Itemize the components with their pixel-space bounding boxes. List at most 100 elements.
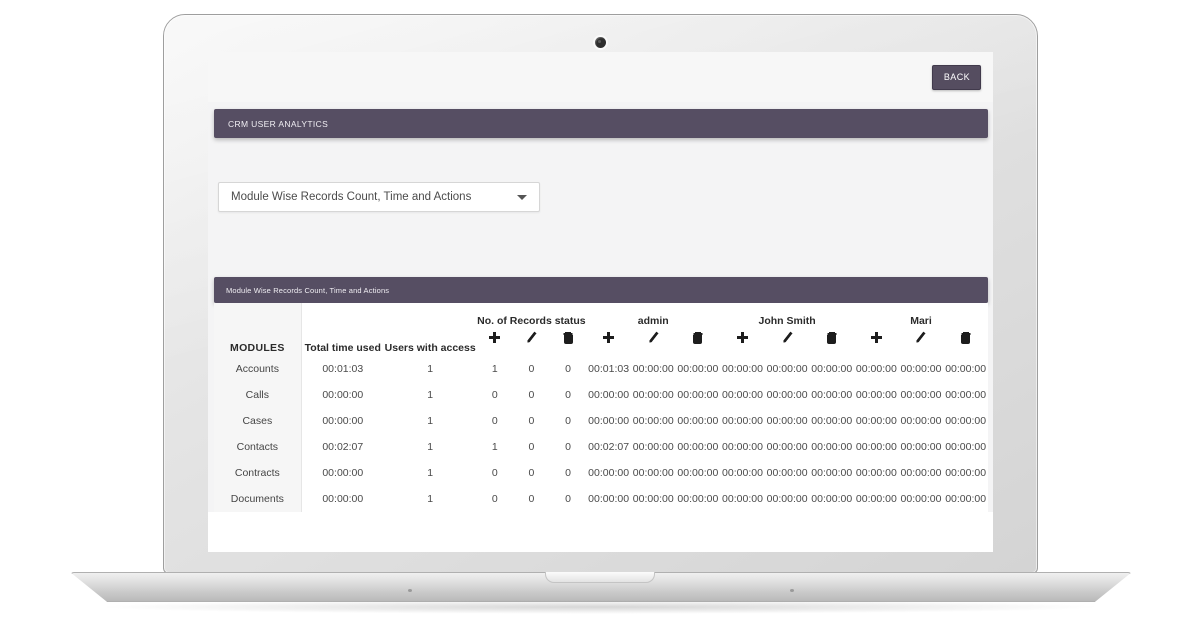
edit-icon bbox=[647, 332, 659, 344]
cell-g0-0: 1 bbox=[491, 441, 498, 453]
cell-g2-2: 00:00:00 bbox=[811, 363, 853, 375]
screen-bottom-fill bbox=[208, 512, 993, 552]
delete-icon bbox=[827, 332, 837, 344]
cell-g2-1: 00:00:00 bbox=[766, 415, 808, 427]
cell-module: Contracts bbox=[214, 460, 302, 486]
cell-g1-1: 00:00:00 bbox=[632, 415, 674, 427]
table-group-header-row: MODULES Total time used Users with acces… bbox=[214, 303, 988, 356]
header-modules: MODULES bbox=[214, 303, 302, 356]
cell-g0-2: 0 bbox=[565, 467, 571, 479]
cell-g2-0: 00:00:00 bbox=[722, 389, 763, 401]
layout-spacer bbox=[208, 212, 993, 270]
header-action-1-add-icon[interactable] bbox=[586, 329, 631, 356]
header-action-1-delete-icon[interactable] bbox=[676, 329, 721, 356]
cell-g3-2: 00:00:00 bbox=[945, 441, 987, 453]
cell-g2-2: 00:00:00 bbox=[811, 389, 853, 401]
laptop-screen: BACK CRM USER ANALYTICS Module Wise Reco… bbox=[208, 52, 993, 552]
cell-g0-1: 0 bbox=[528, 389, 535, 401]
cell-g2-1: 00:00:00 bbox=[766, 363, 808, 375]
cell-g1-2: 00:00:00 bbox=[677, 389, 719, 401]
cell-g2-0: 00:00:00 bbox=[722, 467, 763, 479]
cell-g2-1: 00:00:00 bbox=[766, 467, 808, 479]
cell-total-time: 00:00:00 bbox=[322, 493, 364, 505]
cell-g3-2: 00:00:00 bbox=[945, 389, 987, 401]
cell-g0-0: 0 bbox=[491, 389, 498, 401]
app-topbar: BACK bbox=[208, 52, 993, 102]
cell-total-time: 00:00:00 bbox=[322, 389, 364, 401]
webcam-icon bbox=[595, 37, 606, 48]
cell-g0-2: 0 bbox=[565, 363, 571, 375]
cell-g2-0: 00:00:00 bbox=[722, 363, 763, 375]
add-icon bbox=[603, 332, 615, 343]
cell-g2-1: 00:00:00 bbox=[766, 389, 808, 401]
cell-g3-2: 00:00:00 bbox=[945, 363, 987, 375]
report-select-wrap: Module Wise Records Count, Time and Acti… bbox=[208, 138, 993, 212]
cell-g1-1: 00:00:00 bbox=[632, 389, 674, 401]
cell-g1-0: 00:00:00 bbox=[588, 415, 630, 427]
cell-g1-2: 00:00:00 bbox=[677, 441, 719, 453]
delete-icon bbox=[563, 332, 573, 344]
app-title: CRM USER ANALYTICS bbox=[228, 118, 329, 129]
header-group-3: Mari bbox=[910, 315, 932, 327]
cell-users-with-access: 1 bbox=[427, 441, 434, 453]
header-action-0-add-icon[interactable] bbox=[476, 329, 513, 356]
cell-users-with-access: 1 bbox=[427, 493, 434, 505]
chevron-down-icon bbox=[517, 195, 527, 200]
cell-g1-2: 00:00:00 bbox=[677, 493, 719, 505]
cell-g0-2: 0 bbox=[565, 493, 571, 505]
cell-g2-1: 00:00:00 bbox=[766, 493, 808, 505]
table-body: Accounts 00:01:03 1 1 0 0 00:01:03 00:00:00 00:0… bbox=[214, 356, 988, 512]
cell-g2-0: 00:00:00 bbox=[722, 493, 763, 505]
header-action-0-edit-icon[interactable] bbox=[513, 329, 550, 356]
cell-g3-0: 00:00:00 bbox=[855, 389, 897, 401]
cell-module: Calls bbox=[214, 382, 302, 408]
cell-g1-0: 00:00:00 bbox=[588, 389, 630, 401]
cell-g3-0: 00:00:00 bbox=[855, 493, 897, 505]
cell-g2-2: 00:00:00 bbox=[811, 467, 853, 479]
cell-g3-0: 00:00:00 bbox=[855, 467, 897, 479]
cell-g0-0: 0 bbox=[491, 493, 498, 505]
table-row: Calls 00:00:00 1 0 0 0 00:00:00 00:00:00 00:00:0… bbox=[214, 382, 988, 408]
cell-g0-0: 0 bbox=[491, 415, 498, 427]
header-action-2-add-icon[interactable] bbox=[720, 329, 765, 356]
cell-g0-2: 0 bbox=[565, 415, 571, 427]
cell-g0-2: 0 bbox=[565, 389, 571, 401]
cell-g3-1: 00:00:00 bbox=[900, 441, 942, 453]
cell-g0-0: 0 bbox=[491, 467, 498, 479]
analytics-table-region: MODULES Total time used Users with acces… bbox=[214, 303, 988, 512]
table-panel-title: Module Wise Records Count, Time and Acti… bbox=[226, 285, 390, 295]
cell-total-time: 00:02:07 bbox=[322, 441, 364, 453]
header-action-2-delete-icon[interactable] bbox=[809, 329, 854, 356]
back-button[interactable]: BACK bbox=[931, 65, 981, 90]
cell-users-with-access: 1 bbox=[427, 415, 434, 427]
base-foot-right bbox=[790, 589, 794, 592]
trackpad-notch bbox=[545, 572, 655, 583]
cell-g3-1: 00:00:00 bbox=[900, 493, 942, 505]
cell-g1-1: 00:00:00 bbox=[632, 363, 674, 375]
cell-total-time: 00:00:00 bbox=[322, 415, 364, 427]
cell-g1-2: 00:00:00 bbox=[677, 467, 719, 479]
header-action-1-edit-icon[interactable] bbox=[631, 329, 676, 356]
table-row: Cases 00:00:00 1 0 0 0 00:00:00 00:00:00 00:00:0… bbox=[214, 408, 988, 434]
screenshot-stage: BACK CRM USER ANALYTICS Module Wise Reco… bbox=[0, 0, 1200, 630]
cell-g3-1: 00:00:00 bbox=[900, 363, 942, 375]
cell-g2-0: 00:00:00 bbox=[722, 441, 763, 453]
header-action-2-edit-icon[interactable] bbox=[765, 329, 810, 356]
add-icon bbox=[489, 332, 501, 343]
table-row: Contacts 00:02:07 1 1 0 0 00:02:07 00:00:00 00:0… bbox=[214, 434, 988, 460]
cell-g3-1: 00:00:00 bbox=[900, 415, 942, 427]
header-action-3-add-icon[interactable] bbox=[854, 329, 899, 356]
cell-total-time: 00:01:03 bbox=[322, 363, 364, 375]
header-action-3-delete-icon[interactable] bbox=[943, 329, 988, 356]
cell-g0-0: 1 bbox=[491, 363, 498, 375]
report-select[interactable]: Module Wise Records Count, Time and Acti… bbox=[218, 182, 540, 212]
header-action-3-edit-icon[interactable] bbox=[899, 329, 944, 356]
table-head: MODULES Total time used Users with acces… bbox=[214, 303, 988, 356]
cell-g3-1: 00:00:00 bbox=[900, 389, 942, 401]
cell-g3-2: 00:00:00 bbox=[945, 415, 987, 427]
cell-module: Contacts bbox=[214, 434, 302, 460]
cell-g1-2: 00:00:00 bbox=[677, 415, 719, 427]
header-action-0-delete-icon[interactable] bbox=[550, 329, 587, 356]
header-group-1: admin bbox=[637, 315, 669, 327]
cell-module: Accounts bbox=[214, 356, 302, 382]
